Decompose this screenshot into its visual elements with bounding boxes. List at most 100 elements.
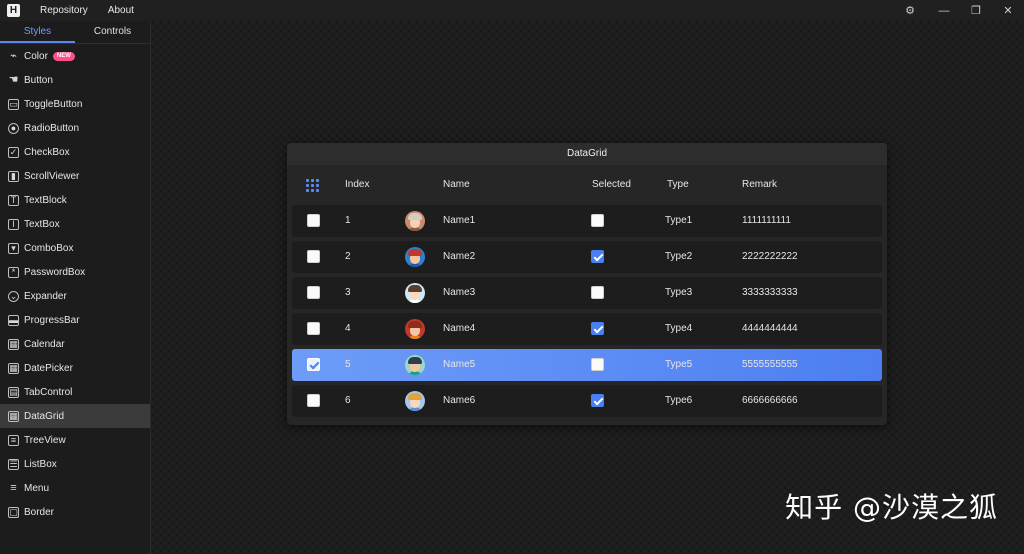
sidebar-item-combobox[interactable]: ▾ ComboBox bbox=[0, 236, 150, 260]
cell-type: Type3 bbox=[665, 287, 693, 298]
cell-remark: 1111111111 bbox=[742, 215, 791, 226]
sidebar-item-label: CheckBox bbox=[24, 146, 70, 158]
selected-checkbox[interactable] bbox=[591, 358, 604, 371]
cell-name: Name5 bbox=[443, 359, 476, 370]
sidebar-item-togglebutton[interactable]: ▭ ToggleButton bbox=[0, 92, 150, 116]
column-header-name[interactable]: Name bbox=[443, 165, 470, 205]
sidebar-item-label: TextBlock bbox=[24, 194, 67, 206]
main-content: DataGrid Index Name Selected Type Remark… bbox=[151, 21, 1024, 554]
sidebar-item-color[interactable]: ⌁ Color NEW bbox=[0, 44, 150, 68]
selected-checkbox[interactable] bbox=[591, 322, 604, 335]
selected-checkbox[interactable] bbox=[591, 394, 604, 407]
calendar-icon: ▦ bbox=[8, 338, 19, 350]
sidebar-item-textbox[interactable]: I TextBox bbox=[0, 212, 150, 236]
cell-type: Type1 bbox=[665, 215, 693, 226]
sidebar-item-expander[interactable]: ⌄ Expander bbox=[0, 284, 150, 308]
column-header-remark[interactable]: Remark bbox=[742, 165, 777, 205]
close-button[interactable]: ✕ bbox=[992, 0, 1024, 21]
column-header-selected[interactable]: Selected bbox=[592, 165, 631, 205]
table-row[interactable]: 6 Name6 Type6 6666666666 bbox=[292, 385, 882, 417]
avatar-icon bbox=[405, 355, 425, 375]
window-controls: ⚙ — ❐ ✕ bbox=[894, 0, 1024, 21]
sidebar-item-textblock[interactable]: T TextBlock bbox=[0, 188, 150, 212]
menu-about[interactable]: About bbox=[108, 5, 134, 16]
progress-bar-icon: ▬ bbox=[8, 314, 19, 326]
sidebar-item-border[interactable]: ▢ Border bbox=[0, 500, 150, 524]
table-row[interactable]: 3 Name3 Type3 3333333333 bbox=[292, 277, 882, 309]
sidebar-item-label: TreeView bbox=[24, 434, 66, 446]
cell-remark: 6666666666 bbox=[742, 395, 798, 406]
row-checkbox[interactable] bbox=[307, 250, 320, 263]
sidebar-item-label: ProgressBar bbox=[24, 314, 80, 326]
sidebar-item-button[interactable]: ☚ Button bbox=[0, 68, 150, 92]
toggle-button-icon: ▭ bbox=[8, 98, 19, 110]
sidebar-nav-list: ⌁ Color NEW ☚ Button ▭ ToggleButton ● RadioButto… bbox=[0, 44, 150, 524]
sidebar-item-passwordbox[interactable]: * PasswordBox bbox=[0, 260, 150, 284]
table-row[interactable]: 4 Name4 Type4 4444444444 bbox=[292, 313, 882, 345]
datagrid-header: Index Name Selected Type Remark bbox=[287, 165, 887, 205]
selected-checkbox[interactable] bbox=[591, 250, 604, 263]
text-box-icon: I bbox=[8, 218, 19, 230]
sidebar-item-scrollviewer[interactable]: ▮ ScrollViewer bbox=[0, 164, 150, 188]
table-row[interactable]: 1 Name1 Type1 1111111111 bbox=[292, 205, 882, 237]
table-row[interactable]: 5 Name5 Type5 5555555555 bbox=[292, 349, 882, 381]
sidebar-item-label: Menu bbox=[24, 482, 50, 494]
sidebar-item-label: ScrollViewer bbox=[24, 170, 80, 182]
settings-gear-icon[interactable]: ⚙ bbox=[894, 0, 926, 21]
hand-pointer-icon: ☚ bbox=[8, 73, 19, 86]
sidebar-item-progressbar[interactable]: ▬ ProgressBar bbox=[0, 308, 150, 332]
table-row[interactable]: 2 Name2 Type2 2222222222 bbox=[292, 241, 882, 273]
sidebar-item-label: PasswordBox bbox=[24, 266, 86, 278]
cell-name: Name3 bbox=[443, 287, 476, 298]
cell-index: 4 bbox=[345, 323, 351, 334]
sidebar-item-checkbox[interactable]: ✓ CheckBox bbox=[0, 140, 150, 164]
row-checkbox[interactable] bbox=[307, 358, 320, 371]
avatar-icon bbox=[405, 391, 425, 411]
selected-checkbox[interactable] bbox=[591, 286, 604, 299]
cell-index: 1 bbox=[345, 215, 351, 226]
cell-remark: 2222222222 bbox=[742, 251, 798, 262]
avatar-icon bbox=[405, 247, 425, 267]
sidebar-item-listbox[interactable]: ☰ ListBox bbox=[0, 452, 150, 476]
sidebar-item-menu[interactable]: ≡ Menu bbox=[0, 476, 150, 500]
row-checkbox[interactable] bbox=[307, 394, 320, 407]
cell-type: Type2 bbox=[665, 251, 693, 262]
expander-icon: ⌄ bbox=[8, 290, 19, 302]
avatar-icon bbox=[405, 283, 425, 303]
sidebar-item-label: Color bbox=[24, 50, 48, 62]
sidebar: Styles Controls ⌁ Color NEW ☚ Button ▭ ToggleB… bbox=[0, 21, 151, 554]
sidebar-item-label: ComboBox bbox=[24, 242, 74, 254]
sidebar-item-tabcontrol[interactable]: ▤ TabControl bbox=[0, 380, 150, 404]
sidebar-tabs: Styles Controls bbox=[0, 21, 150, 44]
cell-type: Type5 bbox=[665, 359, 693, 370]
tab-controls[interactable]: Controls bbox=[75, 21, 150, 43]
grid-dots-icon[interactable] bbox=[306, 179, 319, 192]
row-checkbox[interactable] bbox=[307, 214, 320, 227]
cell-remark: 4444444444 bbox=[742, 323, 798, 334]
sidebar-item-label: Button bbox=[24, 74, 53, 86]
menu-repository[interactable]: Repository bbox=[40, 5, 88, 16]
sidebar-item-calendar[interactable]: ▦ Calendar bbox=[0, 332, 150, 356]
selected-checkbox[interactable] bbox=[591, 214, 604, 227]
tab-styles[interactable]: Styles bbox=[0, 21, 75, 43]
column-header-index[interactable]: Index bbox=[345, 165, 369, 205]
sidebar-item-datagrid[interactable]: ▦ DataGrid bbox=[0, 404, 150, 428]
sidebar-item-label: TabControl bbox=[24, 386, 73, 398]
tab-control-icon: ▤ bbox=[8, 386, 19, 398]
sidebar-item-radiobutton[interactable]: ● RadioButton bbox=[0, 116, 150, 140]
data-grid-icon: ▦ bbox=[8, 410, 19, 422]
tree-view-icon: ≡ bbox=[8, 434, 19, 446]
restore-button[interactable]: ❐ bbox=[960, 0, 992, 21]
title-bar: H Repository About ⚙ — ❐ ✕ bbox=[0, 0, 1024, 21]
minimize-button[interactable]: — bbox=[928, 0, 960, 21]
sidebar-item-label: DataGrid bbox=[24, 410, 65, 422]
row-checkbox[interactable] bbox=[307, 322, 320, 335]
date-picker-icon: ▦ bbox=[8, 362, 19, 374]
menu-icon: ≡ bbox=[10, 481, 17, 494]
sidebar-item-treeview[interactable]: ≡ TreeView bbox=[0, 428, 150, 452]
column-header-type[interactable]: Type bbox=[667, 165, 689, 205]
cell-index: 3 bbox=[345, 287, 351, 298]
app-logo-icon: H bbox=[7, 4, 20, 17]
row-checkbox[interactable] bbox=[307, 286, 320, 299]
sidebar-item-datepicker[interactable]: ▦ DatePicker bbox=[0, 356, 150, 380]
